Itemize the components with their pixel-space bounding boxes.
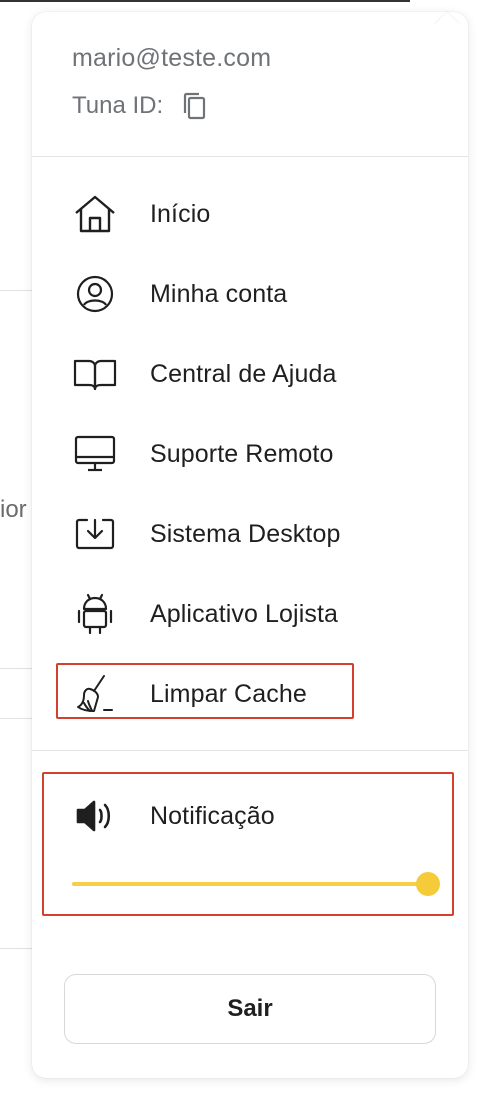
menu-item-suporte-remoto[interactable]: Suporte Remoto: [72, 422, 448, 486]
book-icon: [72, 351, 118, 397]
menu-item-label: Minha conta: [150, 279, 288, 308]
highlight-box-notification: [42, 772, 454, 916]
copy-icon[interactable]: [179, 90, 209, 122]
menu-item-aplicativo-lojista[interactable]: Aplicativo Lojista: [72, 582, 448, 646]
download-box-icon: [72, 511, 118, 557]
divider: [32, 750, 468, 751]
tuna-id-row: Tuna ID:: [72, 90, 448, 122]
page: ior mario@teste.com Tuna ID: Início Minh…: [0, 0, 500, 1098]
menu-item-sistema-desktop[interactable]: Sistema Desktop: [72, 502, 448, 566]
menu-item-label: Início: [150, 199, 211, 228]
divider: [32, 156, 468, 157]
user-info: mario@teste.com Tuna ID:: [72, 42, 448, 122]
user-dropdown-menu: mario@teste.com Tuna ID: Início Minha co…: [32, 12, 468, 1078]
menu-item-label: Aplicativo Lojista: [150, 599, 339, 628]
background-partial-text: ior: [0, 496, 27, 523]
menu-item-label: Central de Ajuda: [150, 359, 337, 388]
logout-button[interactable]: Sair: [64, 974, 436, 1044]
highlight-box-limpar-cache: [56, 663, 354, 719]
menu-item-minha-conta[interactable]: Minha conta: [72, 262, 448, 326]
menu-item-central-de-ajuda[interactable]: Central de Ajuda: [72, 342, 448, 406]
menu-item-inicio[interactable]: Início: [72, 182, 448, 246]
android-icon: [72, 591, 118, 637]
menu-items: Início Minha conta Central de Ajuda Supo…: [72, 182, 448, 742]
dropdown-arrow: [434, 12, 460, 38]
user-circle-icon: [72, 271, 118, 317]
menu-item-label: Sistema Desktop: [150, 519, 341, 548]
monitor-icon: [72, 431, 118, 477]
home-icon: [72, 191, 118, 237]
tuna-id-label: Tuna ID:: [72, 92, 164, 119]
background-top-line: [0, 0, 410, 2]
user-email: mario@teste.com: [72, 44, 272, 72]
menu-item-label: Suporte Remoto: [150, 439, 334, 468]
